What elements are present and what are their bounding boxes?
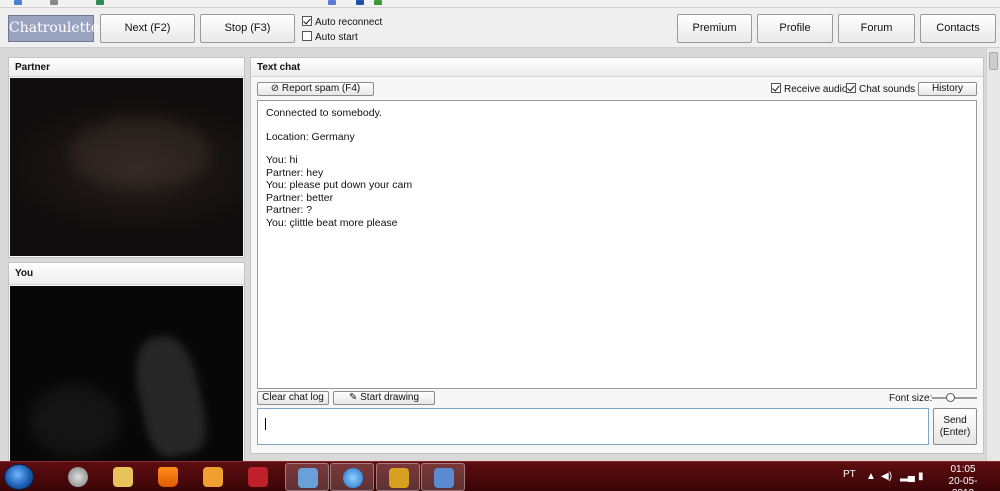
app-header: Chatroulette Next (F2) Stop (F3) Auto re… xyxy=(0,8,1000,48)
auto-reconnect-checkbox[interactable] xyxy=(302,16,312,26)
no-entry-icon: ⊘ xyxy=(270,83,280,94)
font-size-slider-handle[interactable] xyxy=(946,393,955,402)
send-button[interactable]: Send (Enter) xyxy=(933,408,977,445)
receive-audio-checkbox[interactable] xyxy=(771,83,781,93)
message-input[interactable] xyxy=(257,408,929,445)
stop-button[interactable]: Stop (F3) xyxy=(200,14,295,43)
paint-icon xyxy=(434,468,454,488)
windows-taskbar: PT ▲ ◀) ▂▄ ▮ 01:05 20-05-2012 xyxy=(0,461,1000,491)
nav-forum-button[interactable]: Forum xyxy=(838,14,915,43)
receive-audio-label: Receive audio xyxy=(784,84,848,95)
auto-reconnect-option[interactable]: Auto reconnect xyxy=(302,16,382,29)
auto-start-label: Auto start xyxy=(315,32,358,43)
start-drawing-label: Start drawing xyxy=(360,392,420,403)
volume-icon[interactable]: ◀) xyxy=(881,471,892,482)
winamp-icon xyxy=(389,468,409,488)
pencil-icon: ✎ xyxy=(348,392,358,403)
send-label: Send xyxy=(943,415,967,426)
text-chat-title: Text chat xyxy=(251,58,983,77)
folder-icon xyxy=(113,467,133,487)
taskbar-app[interactable] xyxy=(101,463,145,491)
partner-panel: Partner xyxy=(8,57,245,258)
clock-date: 20-05-2012 xyxy=(948,476,978,491)
taskbar-app[interactable] xyxy=(421,463,465,491)
browser-icon[interactable] xyxy=(50,0,58,5)
chat-message: Partner: ? xyxy=(266,204,313,216)
chat-message: You: çlittle beat more please xyxy=(266,216,398,229)
report-spam-label: Report spam (F4) xyxy=(281,83,361,94)
chatroulette-logo[interactable]: Chatroulette xyxy=(8,15,99,42)
receive-audio-option[interactable]: Receive audio xyxy=(771,83,847,96)
connection-status: Connected to somebody. xyxy=(266,107,382,119)
browser-icon[interactable] xyxy=(96,0,104,5)
chat-sounds-option[interactable]: Chat sounds xyxy=(846,83,915,96)
next-button[interactable]: Next (F2) xyxy=(100,14,195,43)
partner-panel-title: Partner xyxy=(9,58,244,77)
browser-icon[interactable] xyxy=(14,0,22,5)
auto-start-option[interactable]: Auto start xyxy=(302,31,358,44)
chat-sounds-label: Chat sounds xyxy=(859,84,916,95)
start-button[interactable] xyxy=(4,464,34,490)
taskbar-app[interactable] xyxy=(56,463,100,491)
chat-message: Partner: better xyxy=(266,191,334,204)
start-drawing-button[interactable]: ✎ Start drawing xyxy=(333,391,435,405)
auto-start-checkbox[interactable] xyxy=(302,31,312,41)
internet-explorer-icon xyxy=(343,468,363,488)
chat-log[interactable]: Connected to somebody. Location: Germany… xyxy=(257,100,977,389)
chat-message: You: please put down your cam xyxy=(266,179,413,191)
browser-icon[interactable] xyxy=(328,0,336,5)
browser-icon[interactable] xyxy=(356,0,364,5)
system-clock[interactable]: 01:05 20-05-2012 xyxy=(940,464,986,491)
you-panel: You xyxy=(8,262,245,461)
page-scrollbar[interactable] xyxy=(986,48,1000,461)
you-panel-title: You xyxy=(9,263,244,285)
you-video xyxy=(10,286,243,461)
taskbar-app[interactable] xyxy=(191,463,235,491)
taskbar-app[interactable] xyxy=(285,463,329,491)
nav-contacts-button[interactable]: Contacts xyxy=(920,14,996,43)
font-size-label: Font size: xyxy=(889,393,933,404)
chat-message: Partner: hey xyxy=(266,166,324,179)
auto-reconnect-label: Auto reconnect xyxy=(315,17,383,28)
taskbar-app[interactable] xyxy=(376,463,420,491)
taskbar-app[interactable] xyxy=(146,463,190,491)
power-icon[interactable]: ▮ xyxy=(918,471,924,482)
clear-chat-log-button[interactable]: Clear chat log xyxy=(257,391,329,405)
partner-location: Location: Germany xyxy=(266,130,355,143)
history-button[interactable]: History xyxy=(918,82,977,96)
send-shortcut-label: (Enter) xyxy=(939,427,971,438)
nav-profile-button[interactable]: Profile xyxy=(757,14,833,43)
network-icon xyxy=(298,468,318,488)
nav-premium-button[interactable]: Premium xyxy=(677,14,752,43)
media-player-icon xyxy=(203,467,223,487)
taskbar-app[interactable] xyxy=(236,463,280,491)
partner-video xyxy=(10,78,243,256)
chat-message: You: hi xyxy=(266,154,298,166)
clock-time: 01:05 xyxy=(950,464,976,475)
chat-sounds-checkbox[interactable] xyxy=(846,83,856,93)
report-spam-button[interactable]: ⊘ Report spam (F4) xyxy=(257,82,374,96)
taskbar-app[interactable] xyxy=(330,463,374,491)
browser-icon xyxy=(68,467,88,487)
scrollbar-thumb[interactable] xyxy=(989,52,998,70)
signal-icon[interactable]: ▂▄ xyxy=(900,471,915,482)
vlc-icon xyxy=(158,467,178,487)
show-hidden-icons-icon[interactable]: ▲ xyxy=(866,471,876,482)
browser-icon[interactable] xyxy=(374,0,382,5)
browser-toolbar-strip xyxy=(0,0,1000,8)
language-indicator[interactable]: PT xyxy=(843,469,856,480)
pdf-icon xyxy=(248,467,268,487)
